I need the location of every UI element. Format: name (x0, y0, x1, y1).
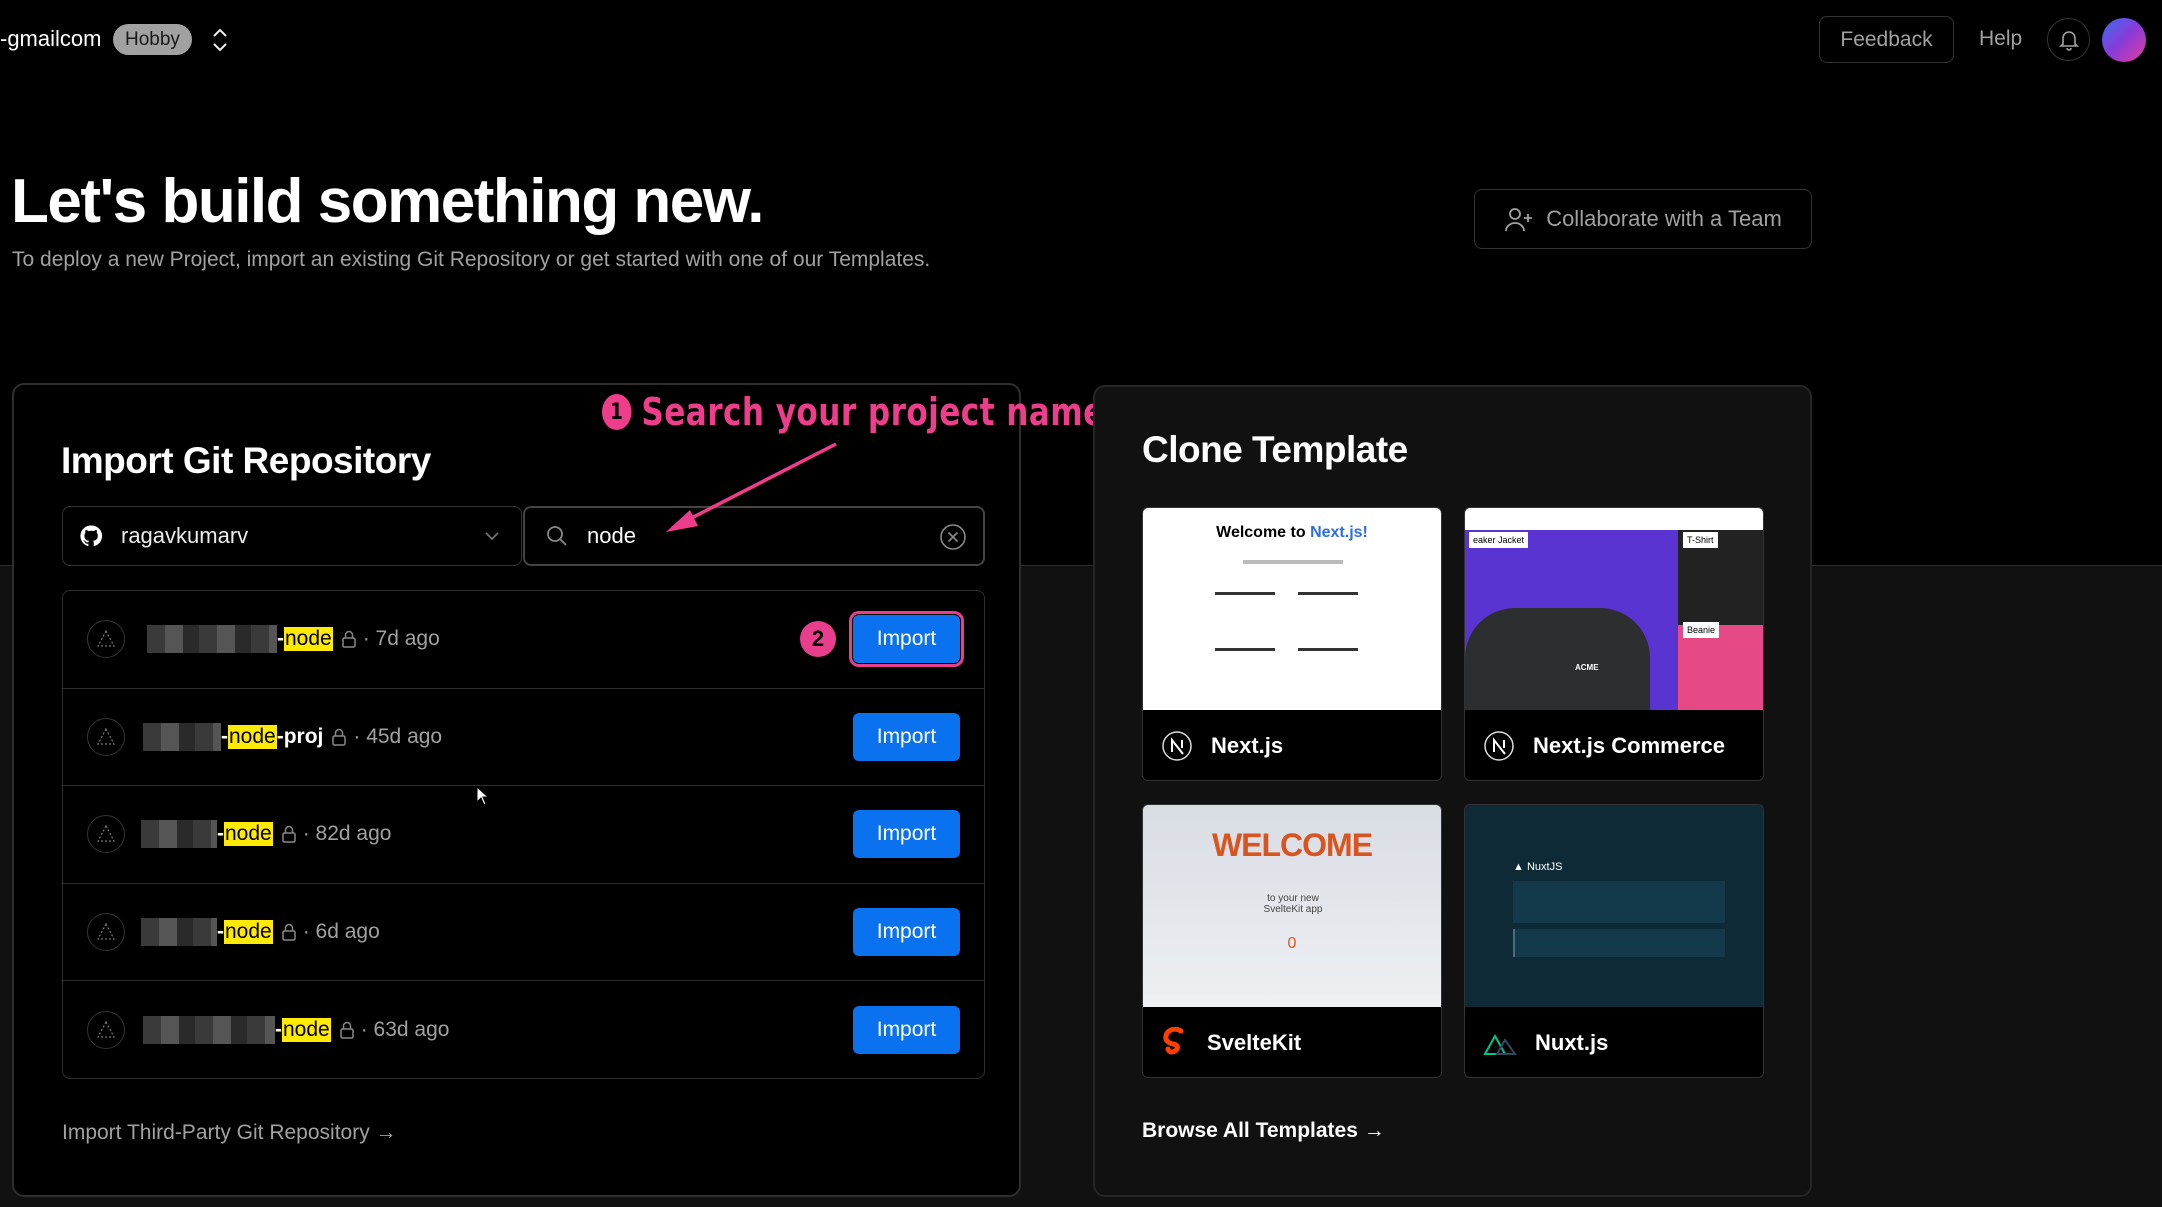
feedback-button[interactable]: Feedback (1819, 16, 1954, 63)
mouse-cursor-icon (476, 786, 490, 806)
browse-all-templates-link[interactable]: Browse All Templates → (1142, 1119, 1385, 1143)
redacted-repo-prefix (141, 918, 217, 947)
template-name: Nuxt.js (1535, 1030, 1609, 1055)
redacted-repo-prefix (147, 625, 277, 654)
clone-template-card: Clone Template Welcome to Next.js! Next.… (1093, 385, 1812, 1197)
notifications-button[interactable] (2047, 18, 2090, 61)
search-match-highlight: node (228, 724, 277, 749)
template-preview-nextjs: Welcome to Next.js! (1143, 508, 1441, 710)
template-name: Next.js Commerce (1533, 733, 1725, 758)
template-preview-nextjs-commerce: eaker Jacket T-Shirt Beanie ACME (1465, 508, 1763, 710)
framework-triangle-icon (87, 913, 125, 952)
user-avatar[interactable] (2102, 18, 2146, 62)
import-button[interactable]: Import (853, 908, 960, 957)
template-name: SvelteKit (1207, 1030, 1302, 1055)
lock-icon (341, 631, 356, 649)
help-link[interactable]: Help (1979, 27, 2022, 51)
close-circle-icon (940, 524, 966, 550)
clear-search-button[interactable] (939, 523, 967, 551)
clone-card-title: Clone Template (1142, 429, 1408, 470)
lock-icon (281, 826, 296, 844)
nuxt-icon (1483, 1033, 1517, 1055)
chevron-down-icon (485, 532, 499, 541)
template-preview-nuxtjs: ▲ NuxtJS (1465, 805, 1763, 1007)
template-card-nextjs[interactable]: Welcome to Next.js! Next.js (1142, 507, 1442, 781)
repository-updated-age: 7d ago (375, 627, 440, 651)
lock-icon (339, 1021, 354, 1039)
add-user-icon (1505, 208, 1533, 232)
bell-icon (2058, 30, 2079, 51)
collaborate-label: Collaborate with a Team (1546, 206, 1782, 231)
import-git-repository-card: Import Git Repository ragavkumarv - node… (12, 383, 1021, 1197)
framework-triangle-icon (87, 717, 125, 756)
redacted-repo-prefix (143, 1016, 275, 1045)
nextjs-icon (1162, 731, 1192, 761)
search-match-highlight: node (224, 920, 273, 945)
github-icon (80, 525, 103, 547)
repository-name: - node · 82d ago (141, 820, 392, 849)
repository-list: - node · 7d ago 2 Import - node -proj · … (62, 590, 985, 1079)
redacted-repo-prefix (143, 722, 221, 751)
repository-row: - node · 82d ago Import (63, 786, 984, 884)
framework-triangle-icon (87, 1011, 125, 1050)
repository-name: - node · 6d ago (141, 918, 380, 947)
import-button[interactable]: Import (853, 1006, 960, 1055)
repository-row: - node · 7d ago 2 Import (63, 591, 984, 689)
step-1-annotation-text: Search your project name (641, 390, 1105, 434)
step-1-annotation-badge: 1 (602, 394, 632, 430)
repository-row: - node · 63d ago Import (63, 981, 984, 1078)
repository-updated-age: 6d ago (315, 920, 380, 944)
annotation-arrow-icon (666, 442, 837, 532)
svelte-icon (1163, 1027, 1184, 1055)
top-navigation-bar: -gmailcom Hobby Feedback Help (0, 0, 2162, 80)
template-preview-sveltekit: WELCOME to your new SvelteKit app 0 (1143, 805, 1441, 1007)
lock-icon (332, 728, 347, 746)
repository-name: - node · 63d ago (143, 1016, 450, 1045)
step-1-annotation: 1 Search your project name (602, 390, 1105, 434)
page-title: Let's build something new. (11, 167, 764, 236)
nextjs-icon (1484, 731, 1514, 761)
step-2-annotation-badge: 2 (800, 621, 836, 658)
search-icon (547, 526, 567, 546)
import-button[interactable]: Import (849, 611, 964, 668)
lock-icon (281, 923, 296, 941)
repository-name: - node -proj · 45d ago (143, 722, 443, 751)
search-match-highlight: node (284, 627, 333, 652)
chevron-up-down-icon[interactable] (208, 24, 232, 56)
framework-triangle-icon (87, 815, 125, 854)
plan-badge: Hobby (113, 24, 192, 55)
repository-updated-age: 45d ago (366, 724, 443, 748)
import-third-party-link[interactable]: Import Third-Party Git Repository → (62, 1121, 397, 1145)
import-button[interactable]: Import (853, 712, 960, 761)
import-card-title: Import Git Repository (61, 440, 431, 481)
account-name[interactable]: -gmailcom (0, 26, 101, 52)
collaborate-with-team-button[interactable]: Collaborate with a Team (1474, 189, 1812, 249)
template-card-sveltekit[interactable]: WELCOME to your new SvelteKit app 0 Svel… (1142, 804, 1442, 1078)
template-card-nextjs-commerce[interactable]: eaker Jacket T-Shirt Beanie ACME Next.js… (1464, 507, 1764, 781)
repository-updated-age: 63d ago (373, 1018, 450, 1042)
git-account-select[interactable]: ragavkumarv (62, 506, 522, 566)
template-card-nuxtjs[interactable]: ▲ NuxtJS Nuxt.js (1464, 804, 1764, 1078)
search-match-highlight: node (282, 1018, 331, 1043)
search-match-highlight: node (224, 822, 273, 847)
repository-row: - node -proj · 45d ago Import (63, 689, 984, 787)
repository-row: - node · 6d ago Import (63, 884, 984, 982)
import-button[interactable]: Import (853, 810, 960, 859)
redacted-repo-prefix (141, 820, 217, 849)
repository-name: - node · 7d ago (147, 625, 440, 654)
page-subtitle: To deploy a new Project, import an exist… (12, 248, 931, 271)
git-account-label: ragavkumarv (121, 523, 249, 548)
framework-triangle-icon (87, 620, 125, 659)
template-name: Next.js (1211, 733, 1284, 758)
repository-updated-age: 82d ago (315, 822, 392, 846)
